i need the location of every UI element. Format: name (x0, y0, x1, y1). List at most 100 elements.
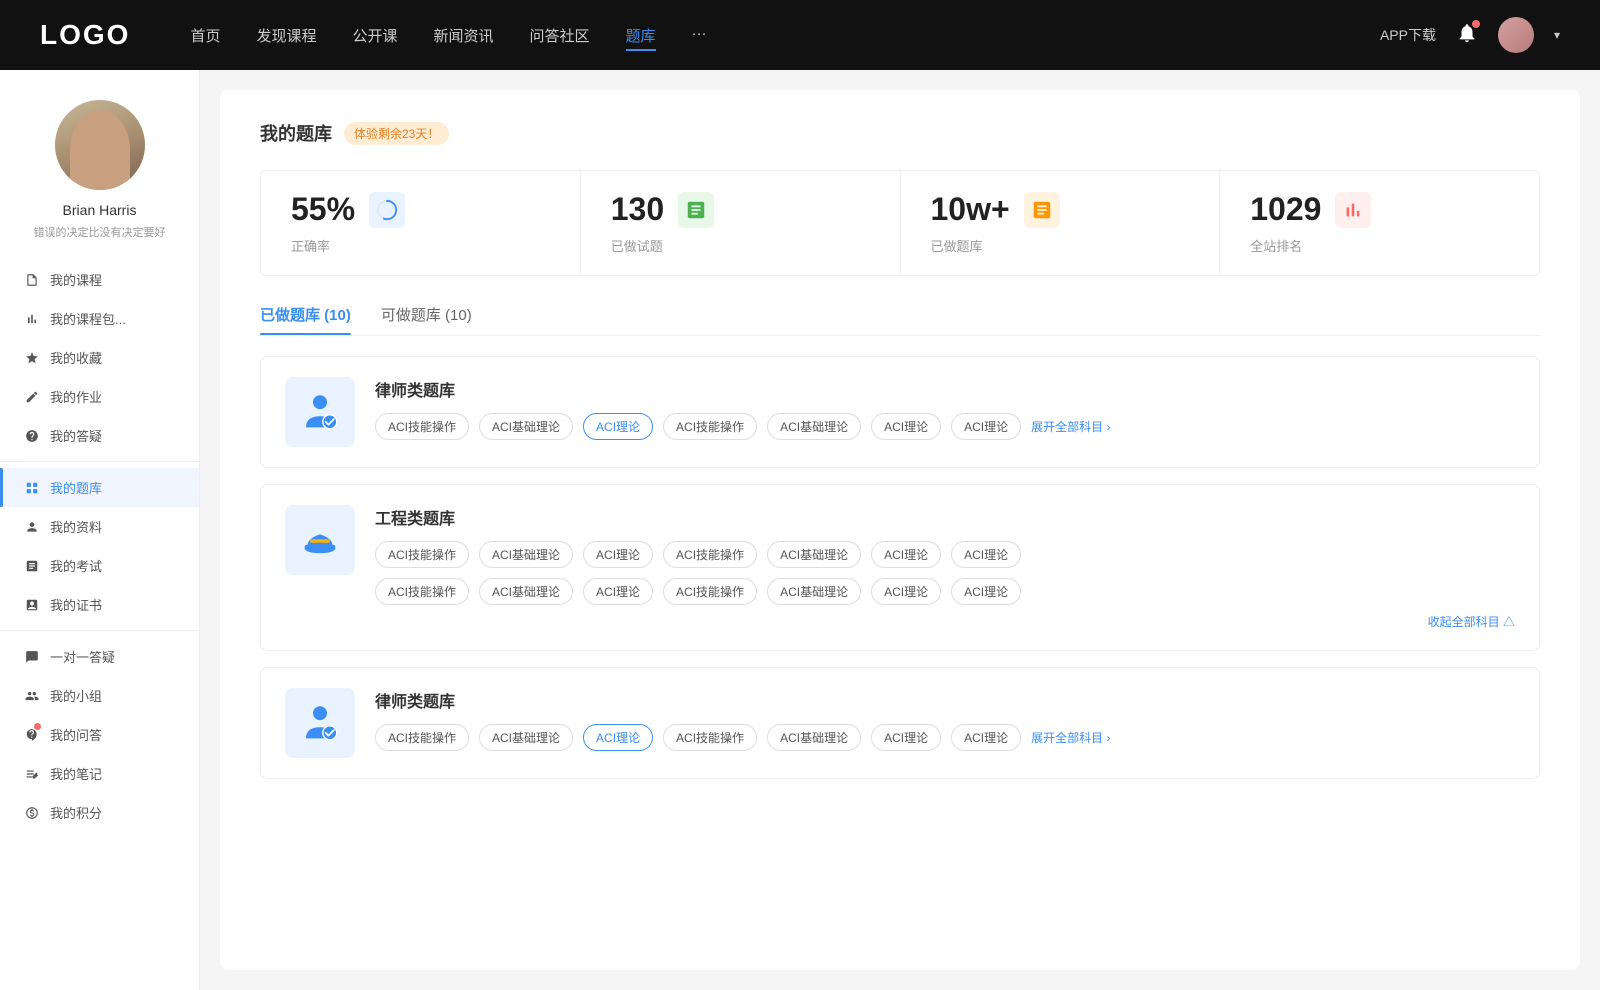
tab-available-banks[interactable]: 可做题库 (10) (381, 304, 472, 335)
tag-lawyer-2-3[interactable]: ACI理论 (583, 724, 653, 751)
tag-eng-1-4[interactable]: ACI技能操作 (663, 541, 757, 568)
tag-eng-1-3[interactable]: ACI理论 (583, 541, 653, 568)
sidebar-item-homework[interactable]: 我的作业 (0, 377, 199, 416)
tag-lawyer-2-1[interactable]: ACI技能操作 (375, 724, 469, 751)
tabs-row: 已做题库 (10) 可做题库 (10) (260, 304, 1540, 336)
point-icon (24, 805, 40, 821)
stat-card-accuracy: 55% 正确率 (261, 171, 581, 275)
tag-eng-2-5[interactable]: ACI基础理论 (767, 578, 861, 605)
note-icon (24, 766, 40, 782)
sidebar-item-course-label: 我的课程 (50, 270, 102, 289)
tag-lawyer-2-4[interactable]: ACI技能操作 (663, 724, 757, 751)
tag-eng-1-6[interactable]: ACI理论 (871, 541, 941, 568)
collapse-engineer[interactable]: 收起全部科目 △ (375, 613, 1515, 630)
tag-lawyer-1-7[interactable]: ACI理论 (951, 413, 1021, 440)
doc-icon (24, 558, 40, 574)
trial-badge: 体验剩余23天！ (344, 122, 449, 145)
sidebar-item-questions-label: 我的答疑 (50, 426, 102, 445)
tag-lawyer-1-6[interactable]: ACI理论 (871, 413, 941, 440)
tag-lawyer-2-6[interactable]: ACI理论 (871, 724, 941, 751)
page-wrapper: Brian Harris 错误的决定比没有决定要好 我的课程 我的课程包... … (0, 70, 1600, 990)
tag-eng-1-5[interactable]: ACI基础理论 (767, 541, 861, 568)
category-card-engineer: 工程类题库 ACI技能操作 ACI基础理论 ACI理论 ACI技能操作 ACI基… (260, 484, 1540, 651)
nav-item-home[interactable]: 首页 (190, 25, 220, 46)
category-name-engineer: 工程类题库 (375, 505, 1515, 529)
tags-row-engineer-1: ACI技能操作 ACI基础理论 ACI理论 ACI技能操作 ACI基础理论 AC… (375, 541, 1515, 568)
sidebar-item-questions[interactable]: 我的答疑 (0, 416, 199, 455)
sidebar-divider-2 (0, 630, 199, 631)
sidebar-item-profile[interactable]: 我的资料 (0, 507, 199, 546)
tag-eng-2-6[interactable]: ACI理论 (871, 578, 941, 605)
sidebar-item-myqa[interactable]: 我的问答 (0, 715, 199, 754)
tag-eng-2-7[interactable]: ACI理论 (951, 578, 1021, 605)
group-icon (24, 688, 40, 704)
sidebar-item-homework-label: 我的作业 (50, 387, 102, 406)
tag-eng-2-2[interactable]: ACI基础理论 (479, 578, 573, 605)
stat-label-done-banks: 已做题库 (931, 236, 1190, 255)
sidebar-item-package-label: 我的课程包... (50, 309, 126, 328)
sidebar-item-favorites[interactable]: 我的收藏 (0, 338, 199, 377)
category-name-lawyer-1: 律师类题库 (375, 377, 1515, 401)
sidebar-item-profile-label: 我的资料 (50, 517, 102, 536)
accuracy-icon (369, 192, 405, 228)
tag-lawyer-2-5[interactable]: ACI基础理论 (767, 724, 861, 751)
cert-icon (24, 597, 40, 613)
notification-bell[interactable] (1456, 22, 1478, 49)
chat-icon (24, 649, 40, 665)
sidebar-item-exam[interactable]: 我的考试 (0, 546, 199, 585)
tag-lawyer-2-7[interactable]: ACI理论 (951, 724, 1021, 751)
nav-item-qa[interactable]: 问答社区 (530, 25, 590, 46)
category-icon-lawyer-1 (285, 377, 355, 447)
tag-lawyer-1-5[interactable]: ACI基础理论 (767, 413, 861, 440)
sidebar-item-notes[interactable]: 我的笔记 (0, 754, 199, 793)
logo[interactable]: LOGO (40, 19, 130, 51)
nav-item-more[interactable]: ··· (692, 25, 707, 46)
tag-lawyer-1-2[interactable]: ACI基础理论 (479, 413, 573, 440)
expand-lawyer-1[interactable]: 展开全部科目 › (1031, 418, 1110, 435)
sidebar-item-cert[interactable]: 我的证书 (0, 585, 199, 624)
star-icon (24, 350, 40, 366)
sidebar-item-1on1[interactable]: 一对一答疑 (0, 637, 199, 676)
bar-icon (24, 311, 40, 327)
category-card-lawyer-2: 律师类题库 ACI技能操作 ACI基础理论 ACI理论 ACI技能操作 ACI基… (260, 667, 1540, 779)
sidebar-item-points[interactable]: 我的积分 (0, 793, 199, 832)
stat-card-done-questions: 130 已做试题 (581, 171, 901, 275)
tag-lawyer-1-1[interactable]: ACI技能操作 (375, 413, 469, 440)
tag-eng-1-7[interactable]: ACI理论 (951, 541, 1021, 568)
nav-item-news[interactable]: 新闻资讯 (434, 25, 494, 46)
category-icon-engineer (285, 505, 355, 575)
tab-done-banks[interactable]: 已做题库 (10) (260, 304, 351, 335)
stat-value-rank: 1029 (1250, 191, 1321, 228)
sidebar-menu: 我的课程 我的课程包... 我的收藏 我的作业 (0, 260, 199, 832)
tags-row-lawyer-1: ACI技能操作 ACI基础理论 ACI理论 ACI技能操作 ACI基础理论 AC… (375, 413, 1515, 440)
bell-notification-dot (1472, 20, 1480, 28)
sidebar-username: Brian Harris (63, 202, 137, 218)
tag-eng-2-4[interactable]: ACI技能操作 (663, 578, 757, 605)
tag-eng-1-2[interactable]: ACI基础理论 (479, 541, 573, 568)
sidebar-item-group[interactable]: 我的小组 (0, 676, 199, 715)
tag-lawyer-2-2[interactable]: ACI基础理论 (479, 724, 573, 751)
tag-lawyer-1-3[interactable]: ACI理论 (583, 413, 653, 440)
navbar: LOGO 首页 发现课程 公开课 新闻资讯 问答社区 题库 ··· APP下载 … (0, 0, 1600, 70)
tag-eng-2-1[interactable]: ACI技能操作 (375, 578, 469, 605)
nav-item-discover[interactable]: 发现课程 (256, 25, 316, 46)
user-avatar[interactable] (1498, 17, 1534, 53)
user-menu-arrow[interactable]: ▾ (1554, 28, 1560, 42)
tag-eng-2-3[interactable]: ACI理论 (583, 578, 653, 605)
sidebar-item-course-package[interactable]: 我的课程包... (0, 299, 199, 338)
sidebar-item-bank[interactable]: 我的题库 (0, 468, 199, 507)
question-icon (24, 428, 40, 444)
tag-lawyer-1-4[interactable]: ACI技能操作 (663, 413, 757, 440)
file-icon (24, 272, 40, 288)
person-icon (24, 519, 40, 535)
nav-item-open[interactable]: 公开课 (352, 25, 397, 46)
done-questions-icon (678, 192, 714, 228)
sidebar-item-course[interactable]: 我的课程 (0, 260, 199, 299)
edit-icon (24, 389, 40, 405)
sidebar-motto: 错误的决定比没有决定要好 (24, 224, 176, 240)
rank-icon (1335, 192, 1371, 228)
app-download-button[interactable]: APP下载 (1380, 25, 1436, 45)
expand-lawyer-2[interactable]: 展开全部科目 › (1031, 729, 1110, 746)
nav-item-bank[interactable]: 题库 (626, 25, 656, 46)
tag-eng-1-1[interactable]: ACI技能操作 (375, 541, 469, 568)
